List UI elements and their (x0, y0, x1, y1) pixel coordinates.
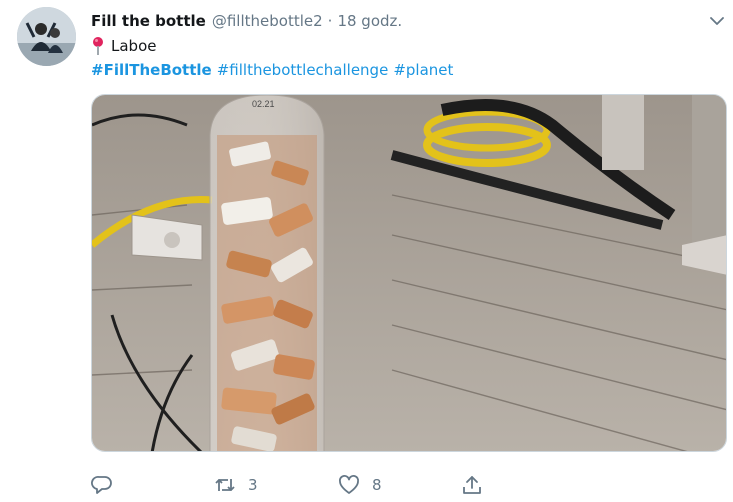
tweet-photo[interactable]: 02.21 (91, 94, 727, 452)
retweet-button[interactable]: 3 (214, 472, 258, 498)
separator-dot: · (327, 12, 333, 30)
bottle-label-text: 02.21 (252, 99, 275, 109)
like-button[interactable]: 8 (338, 472, 382, 498)
reply-icon (91, 476, 112, 494)
hashtag-link[interactable]: #fillthebottlechallenge (217, 61, 389, 79)
timestamp[interactable]: 18 godz. (337, 12, 402, 30)
hashtag-link[interactable]: #FillTheBottle (91, 61, 212, 79)
hashtag-link[interactable]: #planet (393, 61, 453, 79)
tweet[interactable]: Fill the bottle @fillthebottle2 · 18 god… (0, 0, 733, 502)
share-button[interactable] (461, 472, 483, 498)
tweet-actions: 3 8 (91, 472, 491, 498)
retweet-icon (215, 479, 235, 491)
more-options-button[interactable] (706, 10, 728, 32)
tweet-header: Fill the bottle @fillthebottle2 · 18 god… (91, 10, 402, 32)
display-name[interactable]: Fill the bottle (91, 12, 206, 30)
chevron-down-icon (710, 16, 724, 25)
reply-button[interactable] (91, 472, 125, 498)
retweet-count: 3 (248, 476, 258, 494)
location-pin-icon (93, 37, 103, 55)
share-icon (463, 476, 481, 494)
avatar[interactable] (17, 7, 76, 66)
heart-icon (339, 475, 359, 494)
location-text: Laboe (111, 37, 157, 55)
tweet-location: Laboe (91, 35, 156, 57)
like-count: 8 (372, 476, 382, 494)
user-handle[interactable]: @fillthebottle2 (212, 12, 323, 30)
hashtag-list: #FillTheBottle #fillthebottlechallenge #… (91, 59, 458, 81)
